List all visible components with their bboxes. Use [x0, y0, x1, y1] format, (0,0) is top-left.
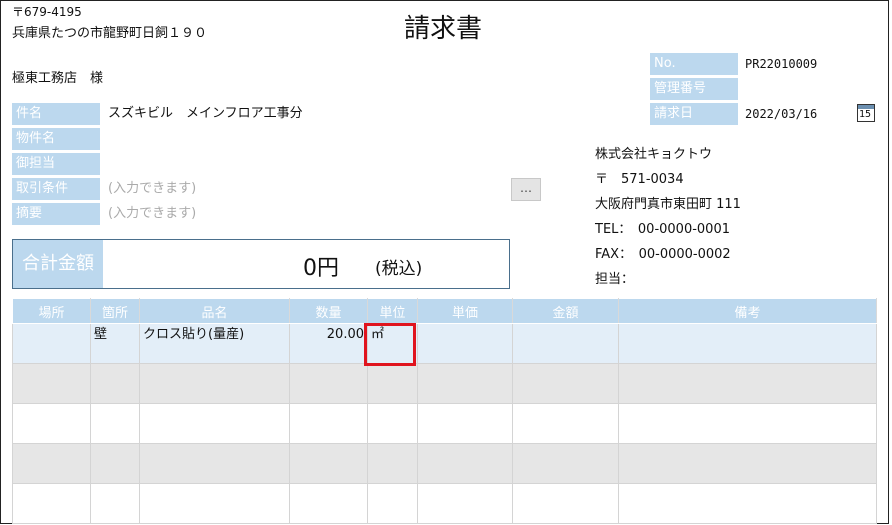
cell-item-name[interactable] [139, 403, 290, 444]
sender-address: 兵庫県たつの市龍野町日飼１９０ [12, 26, 208, 41]
cell-amount[interactable] [512, 323, 619, 364]
cell-notes[interactable] [618, 403, 877, 444]
company-postal: 〒 571-0034 [595, 172, 684, 187]
field-label-management-number: 管理番号 [650, 78, 738, 100]
cell-location[interactable] [12, 403, 91, 444]
col-header-quantity[interactable]: 数量 [289, 298, 368, 324]
field-label-number: No. [650, 53, 738, 75]
field-value-terms[interactable]: (入力できます) [108, 178, 196, 200]
cell-quantity[interactable]: 20.00 [289, 323, 368, 364]
cell-unit-price[interactable] [417, 323, 513, 364]
cell-spot[interactable]: 壁 [90, 323, 140, 364]
col-header-amount[interactable]: 金額 [512, 298, 619, 324]
field-label-subject: 件名 [12, 103, 100, 125]
col-header-unit-price[interactable]: 単価 [417, 298, 513, 324]
field-value-property[interactable] [108, 128, 498, 150]
field-label-summary: 摘要 [12, 203, 100, 225]
table-row[interactable] [12, 363, 877, 404]
col-header-location[interactable]: 場所 [12, 298, 91, 324]
field-value-number[interactable]: PR22010009 [745, 53, 817, 75]
total-amount: 0円 [303, 256, 339, 281]
field-label-invoice-date: 請求日 [650, 103, 738, 125]
company-fax: FAX： 00-0000-0002 [595, 247, 731, 262]
cell-unit[interactable] [367, 403, 418, 444]
col-header-item-name[interactable]: 品名 [139, 298, 290, 324]
cell-location[interactable] [12, 483, 91, 524]
field-label-contact: 御担当 [12, 153, 100, 175]
company-person: 担当： [595, 272, 635, 287]
company-name: 株式会社キョクトウ [595, 147, 713, 162]
cell-amount[interactable] [512, 483, 619, 524]
cell-unit[interactable] [367, 443, 418, 484]
company-tel: TEL： 00-0000-0001 [595, 222, 730, 237]
field-value-subject[interactable]: スズキビル メインフロア工事分 [108, 103, 303, 125]
unit-cell-highlight [364, 323, 416, 366]
calendar-icon[interactable]: 15 [857, 104, 875, 122]
cell-quantity[interactable] [289, 403, 368, 444]
cell-item-name[interactable] [139, 443, 290, 484]
col-header-notes[interactable]: 備考 [618, 298, 877, 324]
cell-spot[interactable] [90, 403, 140, 444]
page-title: 請求書 [404, 14, 483, 44]
cell-item-name[interactable] [139, 483, 290, 524]
field-label-property: 物件名 [12, 128, 100, 150]
cell-unit-price[interactable] [417, 483, 513, 524]
field-label-terms: 取引条件 [12, 178, 100, 200]
recipient-name: 極東工務店 様 [12, 71, 104, 86]
cell-quantity[interactable] [289, 443, 368, 484]
cell-location[interactable] [12, 363, 91, 404]
total-tax-note: (税込) [375, 259, 423, 279]
cell-unit-price[interactable] [417, 363, 513, 404]
cell-notes[interactable] [618, 443, 877, 484]
cell-notes[interactable] [618, 483, 877, 524]
sender-postal: 〒679-4195 [12, 5, 82, 19]
table-header-row: 場所 箇所 品名 数量 単位 単価 金額 備考 [12, 298, 877, 324]
more-options-button[interactable]: … [511, 178, 541, 201]
table-row[interactable] [12, 483, 877, 524]
cell-item-name[interactable]: クロス貼り(量産) [139, 323, 290, 364]
table-row[interactable] [12, 443, 877, 484]
total-label: 合計金額 [13, 240, 103, 288]
cell-unit[interactable] [367, 363, 418, 404]
field-value-invoice-date[interactable]: 2022/03/16 [745, 103, 817, 125]
company-address: 大阪府門真市東田町 111 [595, 197, 741, 212]
field-value-management-number[interactable] [745, 78, 845, 100]
cell-notes[interactable] [618, 363, 877, 404]
cell-unit-price[interactable] [417, 443, 513, 484]
cell-item-name[interactable] [139, 363, 290, 404]
cell-quantity[interactable] [289, 483, 368, 524]
col-header-unit[interactable]: 単位 [367, 298, 418, 324]
cell-location[interactable] [12, 443, 91, 484]
line-items-table: 場所 箇所 品名 数量 単位 単価 金額 備考 壁 クロス貼り(量産) 20.0… [12, 298, 877, 524]
total-amount-box: 合計金額 0円 (税込) [12, 239, 510, 289]
cell-amount[interactable] [512, 363, 619, 404]
cell-location[interactable] [12, 323, 91, 364]
cell-spot[interactable] [90, 363, 140, 404]
cell-unit-price[interactable] [417, 403, 513, 444]
col-header-spot[interactable]: 箇所 [90, 298, 140, 324]
cell-unit[interactable] [367, 483, 418, 524]
cell-quantity[interactable] [289, 363, 368, 404]
cell-amount[interactable] [512, 443, 619, 484]
cell-spot[interactable] [90, 443, 140, 484]
table-row[interactable]: 壁 クロス貼り(量産) 20.00 ㎡ [12, 323, 877, 364]
field-value-summary[interactable]: (入力できます) [108, 203, 196, 225]
cell-notes[interactable] [618, 323, 877, 364]
cell-spot[interactable] [90, 483, 140, 524]
table-row[interactable] [12, 403, 877, 444]
cell-amount[interactable] [512, 403, 619, 444]
field-value-contact[interactable] [108, 153, 498, 175]
